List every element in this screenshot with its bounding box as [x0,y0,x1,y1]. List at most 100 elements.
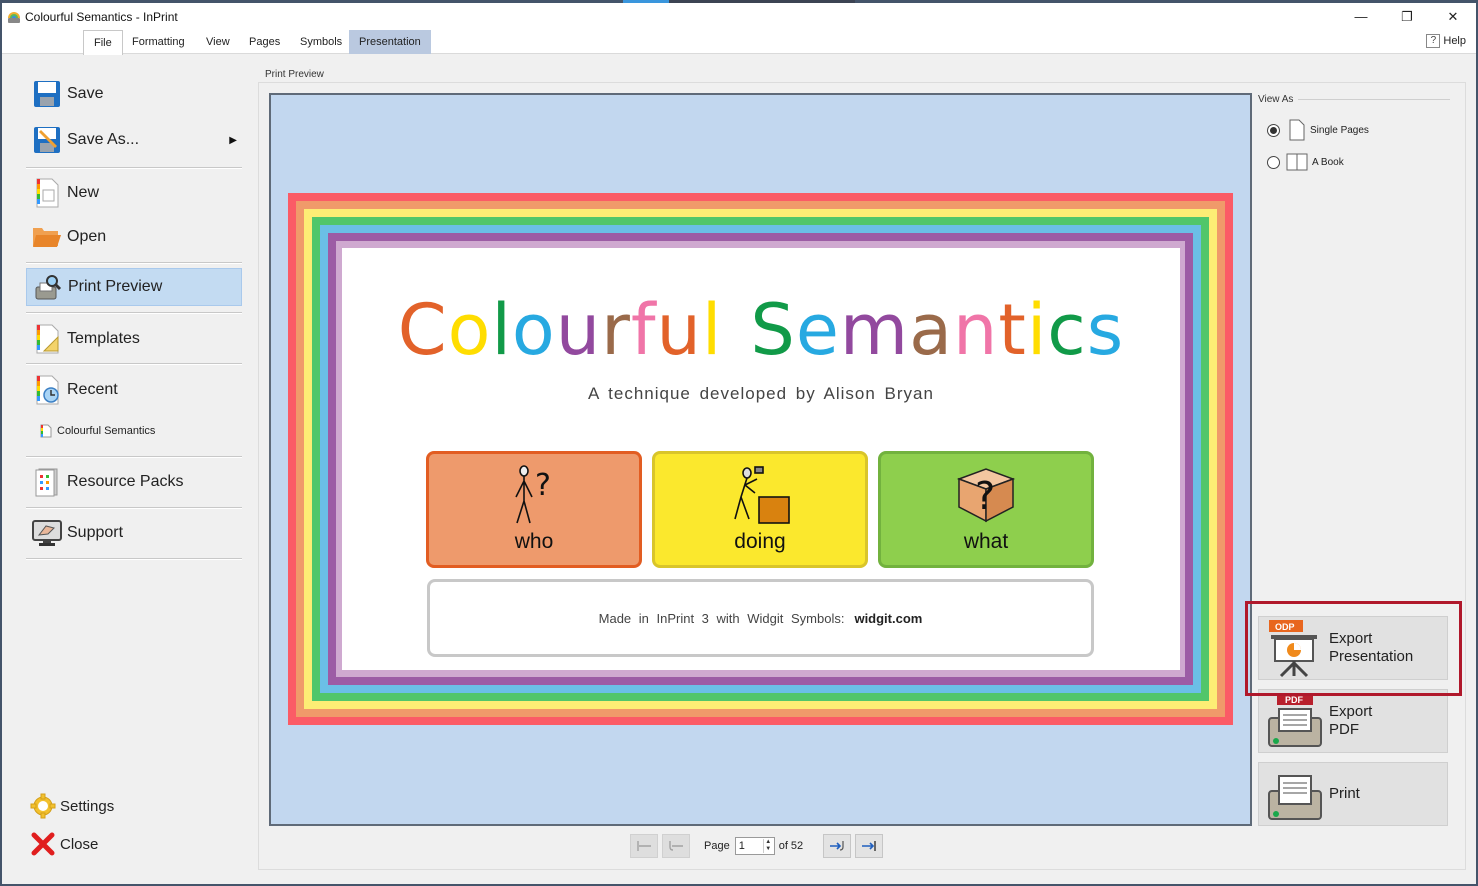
export-presentation-icon: ODP [1267,618,1323,678]
first-page-button[interactable] [630,834,658,858]
title-letter: m [839,289,910,371]
single-pages-radio[interactable] [1267,123,1280,137]
previous-page-button[interactable] [662,834,690,858]
tab-view[interactable]: View [196,30,240,54]
page-navigator: Page 1 ▲ ▼ of 52 [630,833,887,859]
page-spinner-arrows[interactable]: ▲ ▼ [762,839,773,853]
person-hammering-symbol [734,466,790,524]
help-label: Help [1443,35,1466,47]
tab-file[interactable]: File [83,30,123,55]
page-title-colourful-semantics: Colourful Semantics [342,290,1180,370]
menu-save[interactable]: Save [26,75,242,113]
menu-divider [26,363,242,365]
title-letter [722,290,750,370]
support-icon [32,518,62,548]
print-preview-label: Print Preview [262,69,327,80]
title-letter: c [1047,289,1087,371]
view-as-divider [1298,99,1450,100]
page-number-input[interactable]: 1 ▲ ▼ [734,837,775,855]
card-what: ? what [878,451,1094,568]
menu-divider [26,262,242,264]
help-button[interactable]: ? Help [1426,34,1466,48]
menu-divider [26,312,242,314]
recent-file-item[interactable]: Colourful Semantics [40,424,155,438]
export-pdf-button[interactable]: PDF Export PDF [1258,689,1448,753]
settings-button[interactable]: Settings [30,793,114,819]
single-page-icon [1289,119,1305,141]
menu-save-label: Save [67,85,104,102]
menu-templates[interactable]: Templates [26,320,242,358]
export-pdf-icon: PDF [1267,691,1323,751]
print-button[interactable]: Print [1258,762,1448,826]
credit-text: Made in InPrint 3 with Widgit Symbols: [598,610,845,626]
next-page-button[interactable] [823,834,852,858]
title-letter: u [555,289,602,371]
menu-print-preview-label: Print Preview [68,278,163,295]
last-page-icon [862,841,876,851]
printer-icon [1267,764,1323,824]
title-letter: o [447,289,492,371]
view-as-title: View As [1258,94,1294,105]
next-page-icon [830,841,844,851]
title-letter: l [491,289,512,371]
print-label: Print [1329,785,1360,802]
menu-templates-label: Templates [67,330,140,347]
menu-save-as[interactable]: Save As... ▶ [26,121,242,159]
single-pages-label: Single Pages [1310,124,1369,136]
menu-support[interactable]: Support [26,514,242,552]
tab-formatting[interactable]: Formatting [122,30,195,54]
menu-recent[interactable]: Recent [26,371,242,409]
title-letter: S [750,289,796,371]
inprint-app-icon [8,11,20,23]
menu-resource-packs[interactable]: Resource Packs [26,463,242,501]
book-radio[interactable] [1267,155,1280,169]
title-letter: e [795,289,840,371]
menu-divider [26,456,242,458]
title-letter: l [701,289,723,371]
title-letter: t [998,289,1027,371]
view-single-pages-option[interactable]: Single Pages [1267,119,1369,141]
menu-new[interactable]: New [26,174,242,212]
tab-presentation[interactable]: Presentation [349,30,431,54]
settings-label: Settings [60,797,115,815]
tab-symbols[interactable]: Symbols [290,30,352,54]
title-letter: r [601,289,631,371]
menu-divider [26,507,242,509]
person-question-symbol: ? [515,465,551,524]
title-letter: o [511,289,556,371]
svg-text:?: ? [535,468,551,503]
menu-print-preview[interactable]: Print Preview [26,268,242,306]
title-letter: n [953,289,999,371]
menu-divider [26,167,242,169]
page-label: Page [704,840,730,852]
close-label: Close [60,835,99,853]
close-x-icon [31,832,55,856]
close-window-button[interactable]: ✕ [1430,3,1476,30]
menu-recent-label: Recent [67,381,118,398]
card-what-word: what [963,530,1009,553]
ribbon-tabs: File Formatting View Pages Symbols Prese… [2,30,1476,55]
tab-pages[interactable]: Pages [239,30,290,54]
view-book-option[interactable]: A Book [1267,153,1344,171]
print-preview-icon [33,272,63,302]
last-page-button[interactable] [855,834,884,858]
previous-page-icon [669,841,683,851]
save-as-icon [32,125,62,155]
resource-packs-icon [32,467,62,497]
minimize-button[interactable]: — [1338,3,1384,30]
menu-open[interactable]: Open [26,218,242,256]
credit-box: Made in InPrint 3 with Widgit Symbols: w… [427,579,1094,657]
credit-link: widgit.com [854,610,923,626]
help-icon: ? [1426,34,1441,48]
page-number-value: 1 [738,840,745,852]
close-button[interactable]: Close [30,831,98,857]
book-icon [1286,153,1308,171]
templates-icon [32,324,62,354]
title-letter: s [1086,289,1125,371]
title-bar-accent [623,0,855,3]
title-letter: i [1026,289,1048,371]
restore-button[interactable]: ❐ [1384,3,1430,30]
export-presentation-button[interactable]: ODP Export Presentation [1258,616,1448,680]
title-letter: C [397,289,448,371]
export-pdf-line2: PDF [1329,721,1359,738]
